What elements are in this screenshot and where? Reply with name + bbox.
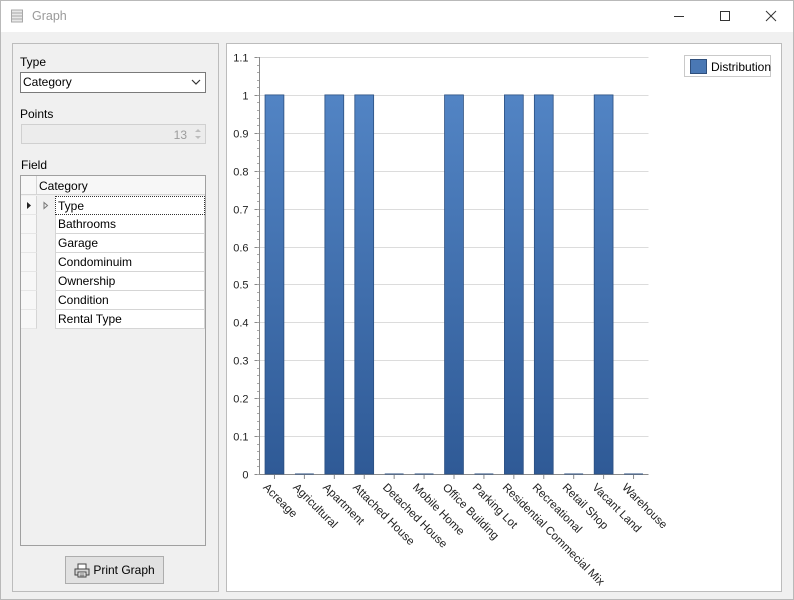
y-tick-label: 0.2 <box>233 394 248 406</box>
bar <box>264 94 285 475</box>
client-area: Type Category Points 13 Field Category T… <box>1 32 793 599</box>
bar <box>354 94 375 475</box>
y-tick-label: 0.3 <box>233 356 248 368</box>
chart-legend: Distribution <box>684 55 771 77</box>
expand-arrow-icon[interactable] <box>37 196 55 215</box>
field-row[interactable]: Ownership <box>21 272 205 291</box>
print-graph-button[interactable]: Print Graph <box>65 556 164 584</box>
field-row[interactable]: Garage <box>21 234 205 253</box>
y-tick-label: 0.6 <box>233 243 248 255</box>
type-select-value: Category <box>23 75 72 89</box>
database-icon <box>11 9 23 23</box>
field-row[interactable]: Type <box>21 196 205 215</box>
row-selector[interactable] <box>21 272 37 291</box>
expand-cell[interactable] <box>37 272 55 291</box>
y-tick-label: 0.1 <box>233 432 248 444</box>
chevron-down-icon <box>191 79 201 85</box>
points-label: Points <box>20 107 54 121</box>
row-selector[interactable] <box>21 196 37 215</box>
y-tick-label: 1.1 <box>233 53 248 65</box>
points-stepper[interactable]: 13 <box>21 124 206 144</box>
bar <box>324 94 345 475</box>
legend-swatch <box>690 59 707 74</box>
expand-cell[interactable] <box>37 215 55 234</box>
field-cell[interactable]: Type <box>55 196 205 215</box>
y-tick-label: 0.4 <box>233 318 248 330</box>
y-tick-label: 1 <box>242 91 248 103</box>
grid-corner <box>21 176 37 195</box>
legend-label: Distribution <box>711 60 772 74</box>
expand-cell[interactable] <box>37 291 55 310</box>
field-cell[interactable]: Condominuim <box>55 253 205 272</box>
field-row[interactable]: Condition <box>21 291 205 310</box>
y-tick-label: 0.8 <box>233 167 248 179</box>
field-row[interactable]: Condominuim <box>21 253 205 272</box>
grid-column-header[interactable]: Category <box>39 179 88 193</box>
maximize-icon <box>720 11 730 21</box>
expand-cell[interactable] <box>37 196 55 215</box>
close-icon <box>765 10 777 22</box>
expand-cell[interactable] <box>37 234 55 253</box>
field-cell[interactable]: Ownership <box>55 272 205 291</box>
row-selector[interactable] <box>21 253 37 272</box>
grid-header: Category <box>21 176 205 195</box>
bar <box>504 94 524 475</box>
expand-cell[interactable] <box>37 310 55 329</box>
type-select[interactable]: Category <box>20 72 206 93</box>
graph-window: Graph Type Category Points 13 Field Cate… <box>0 0 794 600</box>
y-tick-label: 0.5 <box>233 280 248 292</box>
y-tick-label: 0.9 <box>233 129 248 141</box>
y-tick-label: 0.7 <box>233 205 248 217</box>
print-graph-label: Print Graph <box>93 563 155 577</box>
current-row-icon <box>27 202 31 209</box>
row-selector[interactable] <box>21 310 37 329</box>
field-cell[interactable]: Condition <box>55 291 205 310</box>
field-grid: Category Type Bathrooms Garage Condominuim O… <box>20 175 206 546</box>
field-row[interactable]: Bathrooms <box>21 215 205 234</box>
field-cell[interactable]: Rental Type <box>55 310 205 329</box>
bar <box>444 94 464 475</box>
chart-panel: 0 0.1 0.2 0.3 0.4 0.5 0.6 0.7 0.8 0.9 1 1.1 Acreage A… <box>226 43 782 592</box>
minimize-icon <box>674 16 684 17</box>
bar-chart: 00.10.20.30.40.50.60.70.80.911.1AcreageA… <box>233 53 669 589</box>
bar <box>593 94 614 475</box>
field-label: Field <box>21 158 48 172</box>
minimize-button[interactable] <box>656 1 702 31</box>
spin-arrows-icon[interactable] <box>193 126 203 142</box>
row-selector[interactable] <box>21 215 37 234</box>
y-tick-label: 0 <box>242 470 248 482</box>
points-value: 13 <box>173 128 187 142</box>
field-cell[interactable]: Garage <box>55 234 205 253</box>
close-button[interactable] <box>748 1 794 31</box>
maximize-button[interactable] <box>702 1 748 31</box>
field-cell[interactable]: Bathrooms <box>55 215 205 234</box>
bar <box>533 94 554 475</box>
type-label: Type <box>20 55 47 69</box>
row-selector[interactable] <box>21 234 37 253</box>
title-bar: Graph <box>1 1 793 32</box>
window-title: Graph <box>32 9 67 23</box>
expand-cell[interactable] <box>37 253 55 272</box>
printer-icon <box>74 563 90 577</box>
field-row[interactable]: Rental Type <box>21 310 205 329</box>
settings-panel: Type Category Points 13 Field Category T… <box>12 43 219 592</box>
row-selector[interactable] <box>21 291 37 310</box>
